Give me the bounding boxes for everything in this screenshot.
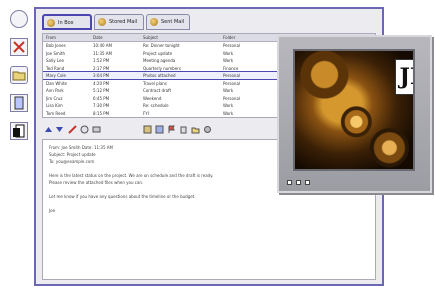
gears-photo: JP [293,49,415,171]
table-cell: Ted Rand [46,65,65,71]
compass-icon[interactable] [10,10,28,28]
table-cell: Re: schedule [143,103,169,108]
preview-line: Here is the latest status on the project… [49,173,214,178]
delete-icon[interactable] [179,125,188,134]
table-cell: Personal [223,43,241,48]
table-cell: Personal [223,80,241,86]
prev-message-icon[interactable] [44,125,53,134]
table-cell: Work [223,110,234,116]
table-cell: Mary Cole [46,73,66,78]
table-cell: Sally Lee [46,58,64,63]
photo-viewer-panel: JP [277,35,432,193]
column-header[interactable]: Subject [143,34,158,41]
tab-in-box[interactable]: In Box [42,14,92,30]
table-cell: 3:04 PM [93,73,110,78]
preview-line: Let me know if you have any questions ab… [49,194,196,199]
table-cell: 7:30 PM [93,103,110,108]
next-message-icon[interactable] [55,125,64,134]
window-control-dot[interactable] [287,180,292,185]
document-icon[interactable] [10,122,28,140]
tab-icon [150,18,158,26]
table-cell: 11:35 AM [93,50,112,56]
preview-line: Subject: Project update [49,152,96,157]
table-cell: Ann Park [46,88,64,93]
preview-line: From: Joe Smith Date: 11:35 AM [49,145,113,150]
tab-label: In Box [58,20,74,26]
table-cell: Jim Cruz [46,95,63,101]
settings-icon[interactable] [203,125,212,134]
jp-logo: JP [395,59,413,95]
attach-icon[interactable] [143,125,152,134]
table-cell: 10:40 AM [93,43,112,48]
table-cell: Bob Jones [46,43,66,48]
table-cell: Project update [143,50,173,56]
table-cell: Personal [223,73,241,78]
preview-line: Joe [49,208,56,213]
folder-icon[interactable] [10,66,28,84]
table-cell: Quarterly numbers [143,65,181,71]
address-book-icon[interactable] [10,94,28,112]
tab-label: Sent Mail [161,19,185,25]
tab-label: Stored Mail [109,19,138,25]
table-cell: Joe Smith [46,50,66,56]
column-header[interactable]: Date [93,34,103,41]
table-cell: Contract draft [143,88,172,93]
tab-icon [98,18,106,26]
reply-icon[interactable] [68,125,77,134]
tab-sent-mail[interactable]: Sent Mail [146,14,190,30]
flag-icon[interactable] [167,125,176,134]
table-cell: Finance [223,65,239,71]
table-cell: 1:52 PM [93,58,110,63]
column-header[interactable]: Folder [223,34,235,41]
window-control-dot[interactable] [305,180,310,185]
table-cell: Work [223,58,234,63]
table-cell: Work [223,88,234,93]
folder-move-icon[interactable] [191,125,200,134]
table-cell: Personal [223,95,241,101]
new-message-icon[interactable] [10,38,28,56]
table-cell: Photos attached [143,73,176,78]
table-cell: Weekend [143,95,162,101]
table-cell: 5:12 PM [93,88,110,93]
window-control-dot[interactable] [296,180,301,185]
table-cell: Re: Dinner tonight [143,43,180,48]
print-icon[interactable] [92,125,101,134]
table-cell: Work [223,103,234,108]
table-cell: Tom Reed [46,110,66,116]
table-cell: Meeting agenda [143,58,176,63]
tab-stored-mail[interactable]: Stored Mail [94,14,144,30]
table-cell: FYI [143,110,149,116]
table-cell: 4:20 PM [93,80,110,86]
table-cell: Travel plans [143,80,167,86]
column-header[interactable]: From [46,34,56,41]
table-cell: 6:45 PM [93,95,110,101]
tab-icon [47,19,55,27]
table-cell: 2:17 PM [93,65,110,71]
preview-line: Please review the attached files when yo… [49,180,144,185]
forward-icon[interactable] [80,125,89,134]
table-cell: 8:15 PM [93,110,110,116]
address-icon[interactable] [155,125,164,134]
table-cell: Lisa Kim [46,103,63,108]
table-cell: Dan White [46,80,67,86]
preview-line: To: you@example.com [49,159,95,164]
table-cell: Work [223,50,234,56]
